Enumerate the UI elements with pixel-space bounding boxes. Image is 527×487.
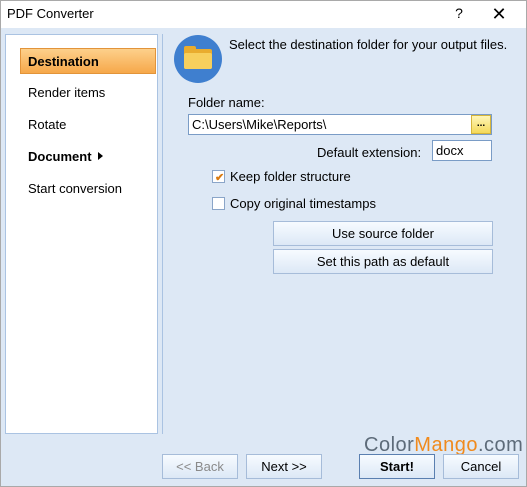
set-path-default-button[interactable]: Set this path as default bbox=[273, 249, 493, 274]
folder-name-label: Folder name: bbox=[188, 95, 265, 110]
sidebar-item-label: Render items bbox=[28, 85, 106, 100]
browse-folder-button[interactable]: ... bbox=[471, 115, 491, 134]
copy-timestamps-label: Copy original timestamps bbox=[230, 196, 376, 211]
copy-timestamps-checkbox[interactable]: Copy original timestamps bbox=[212, 196, 412, 212]
sidebar-item-destination[interactable]: Destination bbox=[20, 48, 156, 74]
sidebar-item-label: Document bbox=[28, 149, 92, 164]
sidebar-item-start-conversion[interactable]: Start conversion bbox=[20, 176, 156, 202]
start-button[interactable]: Start! bbox=[359, 454, 435, 479]
chevron-right-icon bbox=[97, 152, 103, 160]
cancel-button[interactable]: Cancel bbox=[443, 454, 519, 479]
pdf-converter-window: PDF Converter ? ✕ Destination Render ite… bbox=[0, 0, 527, 487]
sidebar-item-label: Destination bbox=[28, 54, 99, 69]
sidebar-item-document[interactable]: Document bbox=[20, 144, 156, 170]
keep-folder-structure-label: Keep folder structure bbox=[230, 169, 351, 184]
title-bar: PDF Converter ? ✕ bbox=[1, 1, 526, 28]
sidebar-item-rotate[interactable]: Rotate bbox=[20, 112, 156, 138]
window-title: PDF Converter bbox=[7, 6, 94, 21]
next-button[interactable]: Next >> bbox=[246, 454, 322, 479]
default-extension-input[interactable]: docx bbox=[432, 140, 492, 161]
use-source-folder-button[interactable]: Use source folder bbox=[273, 221, 493, 246]
default-extension-label: Default extension: bbox=[317, 145, 422, 160]
checkbox-box[interactable]: ✔ bbox=[212, 170, 225, 184]
close-button[interactable]: ✕ bbox=[488, 3, 510, 25]
keep-folder-structure-checkbox[interactable]: ✔ Keep folder structure bbox=[212, 169, 412, 185]
sidebar-item-label: Start conversion bbox=[28, 181, 122, 196]
checkbox-box[interactable] bbox=[212, 197, 225, 210]
header-description: Select the destination folder for your o… bbox=[229, 37, 508, 52]
folder-icon bbox=[174, 35, 222, 83]
sidebar-item-render-items[interactable]: Render items bbox=[20, 80, 156, 106]
folder-name-input[interactable]: C:\Users\Mike\Reports\ bbox=[188, 114, 492, 135]
back-button[interactable]: << Back bbox=[162, 454, 238, 479]
sidebar-item-label: Rotate bbox=[28, 117, 67, 132]
help-button[interactable]: ? bbox=[449, 3, 469, 23]
checkmark-icon: ✔ bbox=[215, 172, 225, 184]
